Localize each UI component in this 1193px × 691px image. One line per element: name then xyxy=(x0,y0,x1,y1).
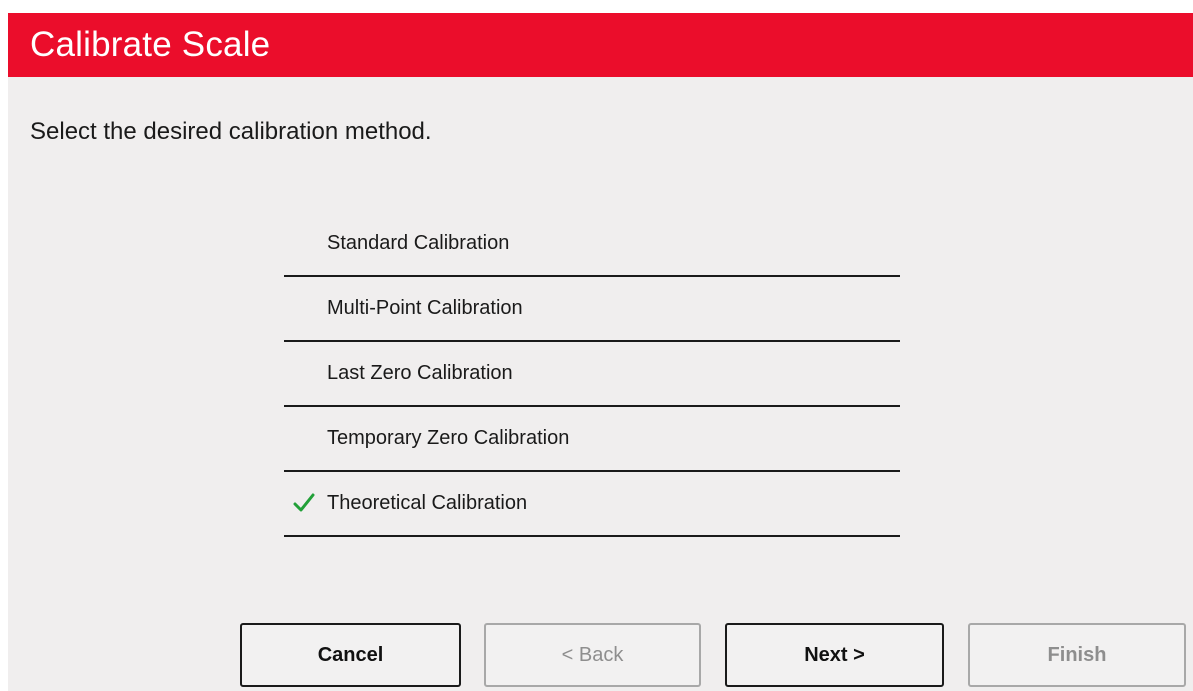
cancel-button[interactable]: Cancel xyxy=(240,623,461,687)
dialog-content: Select the desired calibration method. S… xyxy=(8,77,1193,691)
method-label: Multi-Point Calibration xyxy=(327,297,523,319)
checkmark-icon xyxy=(293,493,315,512)
back-button[interactable]: < Back xyxy=(484,623,701,687)
method-item-standard[interactable]: Standard Calibration xyxy=(284,212,900,277)
method-item-temporary-zero[interactable]: Temporary Zero Calibration xyxy=(284,407,900,472)
dialog-title: Calibrate Scale xyxy=(30,25,271,64)
method-item-last-zero[interactable]: Last Zero Calibration xyxy=(284,342,900,407)
method-item-theoretical[interactable]: Theoretical Calibration xyxy=(284,472,900,537)
finish-button[interactable]: Finish xyxy=(968,623,1186,687)
method-label: Last Zero Calibration xyxy=(327,362,513,384)
instruction-text: Select the desired calibration method. xyxy=(30,118,432,145)
method-label: Temporary Zero Calibration xyxy=(327,427,570,449)
top-strip xyxy=(0,0,1193,13)
method-item-multi-point[interactable]: Multi-Point Calibration xyxy=(284,277,900,342)
calibration-method-list: Standard Calibration Multi-Point Calibra… xyxy=(284,212,900,537)
dialog-header: Calibrate Scale xyxy=(8,13,1193,77)
method-label: Standard Calibration xyxy=(327,232,510,254)
next-button[interactable]: Next > xyxy=(725,623,944,687)
method-label: Theoretical Calibration xyxy=(327,492,528,514)
